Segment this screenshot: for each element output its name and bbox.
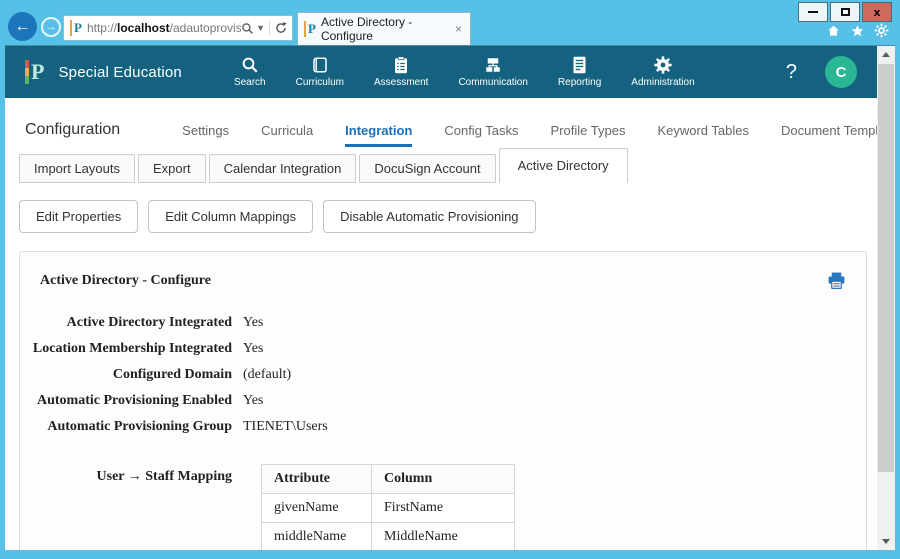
book-icon: [311, 56, 329, 74]
nav-item-communication[interactable]: Communication: [458, 56, 527, 88]
tab-settings[interactable]: Settings: [182, 123, 229, 147]
scroll-down-button[interactable]: [877, 533, 895, 550]
panel-title: Active Directory - Configure: [40, 273, 211, 289]
chevron-up-icon: [882, 52, 890, 57]
user-staff-mapping: User → Staff Mapping Attribute Column gi…: [20, 464, 866, 550]
property-row: Active Directory Integrated Yes: [20, 310, 866, 336]
main-nav: Search Curriculum: [234, 56, 695, 88]
tab-keyword-tables[interactable]: Keyword Tables: [657, 123, 749, 147]
tab-title: Active Directory - Configure: [321, 15, 453, 43]
page-title: Configuration: [25, 121, 120, 147]
settings-gear-icon[interactable]: [874, 23, 889, 38]
gear-icon: [654, 56, 672, 74]
nav-item-reporting[interactable]: Reporting: [558, 56, 601, 88]
table-header-row: Attribute Column: [262, 465, 515, 494]
mapping-table: Attribute Column givenName FirstName mid…: [261, 464, 515, 550]
search-icon[interactable]: [241, 22, 254, 35]
nav-item-search[interactable]: Search: [234, 56, 266, 88]
report-document-icon: [572, 56, 587, 74]
back-arrow-icon: ←: [15, 18, 31, 36]
forward-arrow-icon: →: [46, 21, 57, 33]
divider: [269, 20, 270, 36]
active-directory-panel: Active Directory - Configure Active Dire…: [19, 251, 867, 550]
search-dropdown-icon[interactable]: ▼: [256, 23, 265, 33]
mapping-label: User → Staff Mapping: [20, 464, 232, 550]
property-row: Location Membership Integrated Yes: [20, 336, 866, 362]
table-row: givenName FirstName: [262, 494, 515, 523]
property-row: Automatic Provisioning Enabled Yes: [20, 388, 866, 414]
scroll-up-button[interactable]: [877, 46, 895, 63]
window-caption-buttons: x: [796, 2, 892, 22]
clipboard-icon: [393, 56, 409, 74]
maximize-icon: [841, 8, 850, 16]
property-row: Automatic Provisioning Group TIENET\User…: [20, 414, 866, 440]
edit-properties-button[interactable]: Edit Properties: [19, 200, 138, 233]
subtab-docusign-account[interactable]: DocuSign Account: [359, 154, 495, 183]
minimize-button[interactable]: [798, 2, 828, 22]
scrollbar-thumb[interactable]: [878, 64, 894, 472]
forward-button[interactable]: →: [41, 17, 61, 37]
disable-automatic-provisioning-button[interactable]: Disable Automatic Provisioning: [323, 200, 535, 233]
print-icon[interactable]: [827, 271, 846, 290]
subtab-import-layouts[interactable]: Import Layouts: [19, 154, 135, 183]
tab-favicon: P: [304, 21, 316, 37]
browser-chrome: ← → P http://localhost/adautoprovision.a…: [5, 5, 895, 45]
action-buttons: Edit Properties Edit Column Mappings Dis…: [19, 200, 877, 233]
column-header: Column: [372, 465, 515, 494]
address-bar[interactable]: P http://localhost/adautoprovision.asp ▼: [63, 15, 293, 41]
help-button[interactable]: ?: [786, 61, 797, 84]
app-title: Special Education: [58, 64, 181, 81]
property-row: Configured Domain (default): [20, 362, 866, 388]
subtab-calendar-integration[interactable]: Calendar Integration: [209, 154, 357, 183]
minimize-icon: [808, 11, 818, 13]
back-button[interactable]: ←: [8, 12, 37, 41]
nav-item-curriculum[interactable]: Curriculum: [296, 56, 344, 88]
home-icon[interactable]: [826, 24, 841, 38]
tab-integration[interactable]: Integration: [345, 123, 412, 147]
app-header: P Special Education Search Curriculu: [5, 46, 877, 98]
tab-profile-types[interactable]: Profile Types: [551, 123, 626, 147]
vertical-scrollbar[interactable]: [877, 46, 895, 550]
refresh-icon[interactable]: [274, 21, 288, 35]
subtab-active-directory[interactable]: Active Directory: [499, 148, 628, 183]
close-button[interactable]: x: [862, 2, 892, 22]
tab-close-icon[interactable]: ×: [453, 22, 464, 36]
edit-column-mappings-button[interactable]: Edit Column Mappings: [148, 200, 313, 233]
url-text[interactable]: http://localhost/adautoprovision.asp: [87, 21, 241, 35]
subtab-export[interactable]: Export: [138, 154, 206, 183]
close-icon: x: [873, 6, 880, 19]
browser-tab[interactable]: P Active Directory - Configure ×: [297, 12, 471, 45]
configuration-nav: Configuration Settings Curricula Integra…: [5, 98, 877, 147]
favorites-star-icon[interactable]: [850, 24, 865, 38]
nav-item-assessment[interactable]: Assessment: [374, 56, 428, 88]
user-avatar[interactable]: C: [825, 56, 857, 88]
integration-subtabs: Import Layouts Export Calendar Integrati…: [5, 147, 877, 183]
chevron-down-icon: [882, 539, 890, 544]
property-list: Active Directory Integrated Yes Location…: [20, 310, 866, 440]
tab-config-tasks[interactable]: Config Tasks: [444, 123, 518, 147]
app-logo-icon[interactable]: P: [25, 60, 44, 84]
column-header: Attribute: [262, 465, 372, 494]
nav-item-administration[interactable]: Administration: [631, 56, 694, 88]
sitemap-icon: [484, 56, 502, 74]
tab-curricula[interactable]: Curricula: [261, 123, 313, 147]
table-row: middleName MiddleName: [262, 523, 515, 551]
maximize-button[interactable]: [830, 2, 860, 22]
page-viewport: P Special Education Search Curriculu: [5, 45, 895, 550]
site-favicon: P: [70, 20, 82, 36]
search-icon: [241, 56, 259, 74]
tab-document-templates[interactable]: Document Templates: [781, 123, 877, 147]
